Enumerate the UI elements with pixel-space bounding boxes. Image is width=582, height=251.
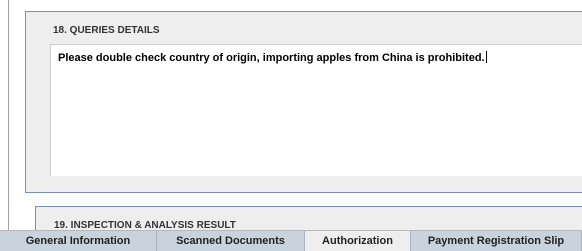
tab-payment-registration-slip[interactable]: Payment Registration Slip — [411, 231, 582, 251]
panel-left-border — [8, 0, 9, 230]
queries-details-title: 18. QUERIES DETAILS — [53, 25, 160, 36]
tab-scanned-documents[interactable]: Scanned Documents — [157, 231, 305, 251]
queries-details-text: Please double check country of origin, i… — [58, 51, 487, 64]
queries-details-textarea[interactable]: Please double check country of origin, i… — [50, 44, 582, 176]
bottom-tab-bar: General Information Scanned Documents Au… — [0, 230, 582, 251]
text-caret — [485, 51, 487, 63]
tab-general-information[interactable]: General Information — [0, 231, 157, 251]
tab-authorization[interactable]: Authorization — [305, 231, 411, 251]
